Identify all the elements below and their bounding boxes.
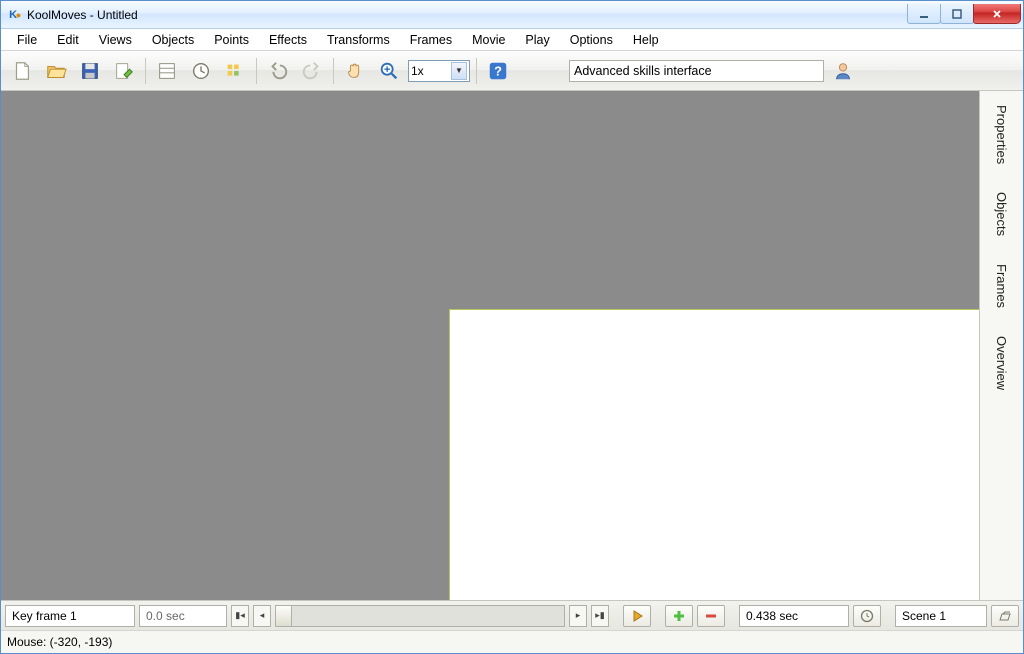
frame-slider[interactable] xyxy=(275,605,565,627)
undo-button[interactable] xyxy=(263,56,293,86)
zoom-value: 1x xyxy=(411,64,424,78)
add-frame-button[interactable] xyxy=(665,605,693,627)
zoom-tool-button[interactable] xyxy=(374,56,404,86)
duration-label: 0.438 sec xyxy=(746,609,798,623)
tab-frames[interactable]: Frames xyxy=(980,250,1023,322)
new-file-button[interactable] xyxy=(7,56,37,86)
help-button[interactable]: ? xyxy=(483,56,513,86)
prev-frame-button[interactable]: ◂ xyxy=(253,605,271,627)
frames-button[interactable] xyxy=(220,56,250,86)
skills-level-text: Advanced skills interface xyxy=(574,64,712,78)
toolbar-separator xyxy=(145,58,146,84)
close-button[interactable] xyxy=(973,4,1021,24)
menu-file[interactable]: File xyxy=(7,31,47,49)
menu-transforms[interactable]: Transforms xyxy=(317,31,400,49)
titlebar: K• KoolMoves - Untitled xyxy=(1,1,1023,29)
duration-field[interactable]: 0.438 sec xyxy=(739,605,849,627)
remove-frame-button[interactable] xyxy=(697,605,725,627)
app-icon: K• xyxy=(7,7,23,23)
menu-frames[interactable]: Frames xyxy=(400,31,462,49)
menu-objects[interactable]: Objects xyxy=(142,31,204,49)
menu-help[interactable]: Help xyxy=(623,31,669,49)
toolbar-separator xyxy=(256,58,257,84)
menu-views[interactable]: Views xyxy=(89,31,142,49)
timeline-bar: Key frame 1 0.0 sec ▮◂ ◂ ▸ ▸▮ 0.438 sec xyxy=(1,600,1023,630)
statusbar: Mouse: (-320, -193) xyxy=(1,630,1023,653)
menu-play[interactable]: Play xyxy=(515,31,559,49)
hand-tool-button[interactable] xyxy=(340,56,370,86)
zoom-select[interactable]: 1x ▼ xyxy=(408,60,470,82)
scene-field[interactable]: Scene 1 xyxy=(895,605,987,627)
next-frame-button[interactable]: ▸ xyxy=(569,605,587,627)
scene-label: Scene 1 xyxy=(902,609,946,623)
export-button[interactable] xyxy=(109,56,139,86)
menu-points[interactable]: Points xyxy=(204,31,259,49)
toolbar-separator xyxy=(333,58,334,84)
slider-thumb[interactable] xyxy=(276,606,292,626)
menu-options[interactable]: Options xyxy=(560,31,623,49)
save-button[interactable] xyxy=(75,56,105,86)
open-file-button[interactable] xyxy=(41,56,71,86)
canvas-area[interactable] xyxy=(1,91,979,600)
duration-settings-button[interactable] xyxy=(853,605,881,627)
tab-overview[interactable]: Overview xyxy=(980,322,1023,404)
mouse-position: Mouse: (-320, -193) xyxy=(7,635,112,649)
menu-edit[interactable]: Edit xyxy=(47,31,89,49)
skills-level-field[interactable]: Advanced skills interface xyxy=(569,60,824,82)
keyframe-field[interactable]: Key frame 1 xyxy=(5,605,135,627)
side-panel-tabs: Properties Objects Frames Overview xyxy=(979,91,1023,600)
scene-manager-button[interactable] xyxy=(991,605,1019,627)
tab-objects[interactable]: Objects xyxy=(980,178,1023,250)
keyframe-label: Key frame 1 xyxy=(12,609,77,623)
menu-effects[interactable]: Effects xyxy=(259,31,317,49)
menu-movie[interactable]: Movie xyxy=(462,31,515,49)
library-button[interactable] xyxy=(152,56,182,86)
minimize-button[interactable] xyxy=(907,4,941,24)
window-controls xyxy=(908,4,1021,24)
main-region: Properties Objects Frames Overview xyxy=(1,91,1023,600)
tab-properties[interactable]: Properties xyxy=(980,91,1023,178)
play-button[interactable] xyxy=(623,605,651,627)
menubar: File Edit Views Objects Points Effects T… xyxy=(1,29,1023,51)
toolbar-separator xyxy=(476,58,477,84)
app-window: K• KoolMoves - Untitled File Edit Views … xyxy=(0,0,1024,654)
window-title: KoolMoves - Untitled xyxy=(27,8,138,22)
last-frame-button[interactable]: ▸▮ xyxy=(591,605,609,627)
first-frame-button[interactable]: ▮◂ xyxy=(231,605,249,627)
chevron-down-icon: ▼ xyxy=(451,62,467,80)
history-button[interactable] xyxy=(186,56,216,86)
user-button[interactable] xyxy=(828,56,858,86)
stage[interactable] xyxy=(449,309,979,600)
time-field[interactable]: 0.0 sec xyxy=(139,605,227,627)
redo-button[interactable] xyxy=(297,56,327,86)
maximize-button[interactable] xyxy=(940,4,974,24)
time-label: 0.0 sec xyxy=(146,609,185,623)
svg-text:?: ? xyxy=(494,63,502,78)
toolbar: 1x ▼ ? Advanced skills interface xyxy=(1,51,1023,91)
